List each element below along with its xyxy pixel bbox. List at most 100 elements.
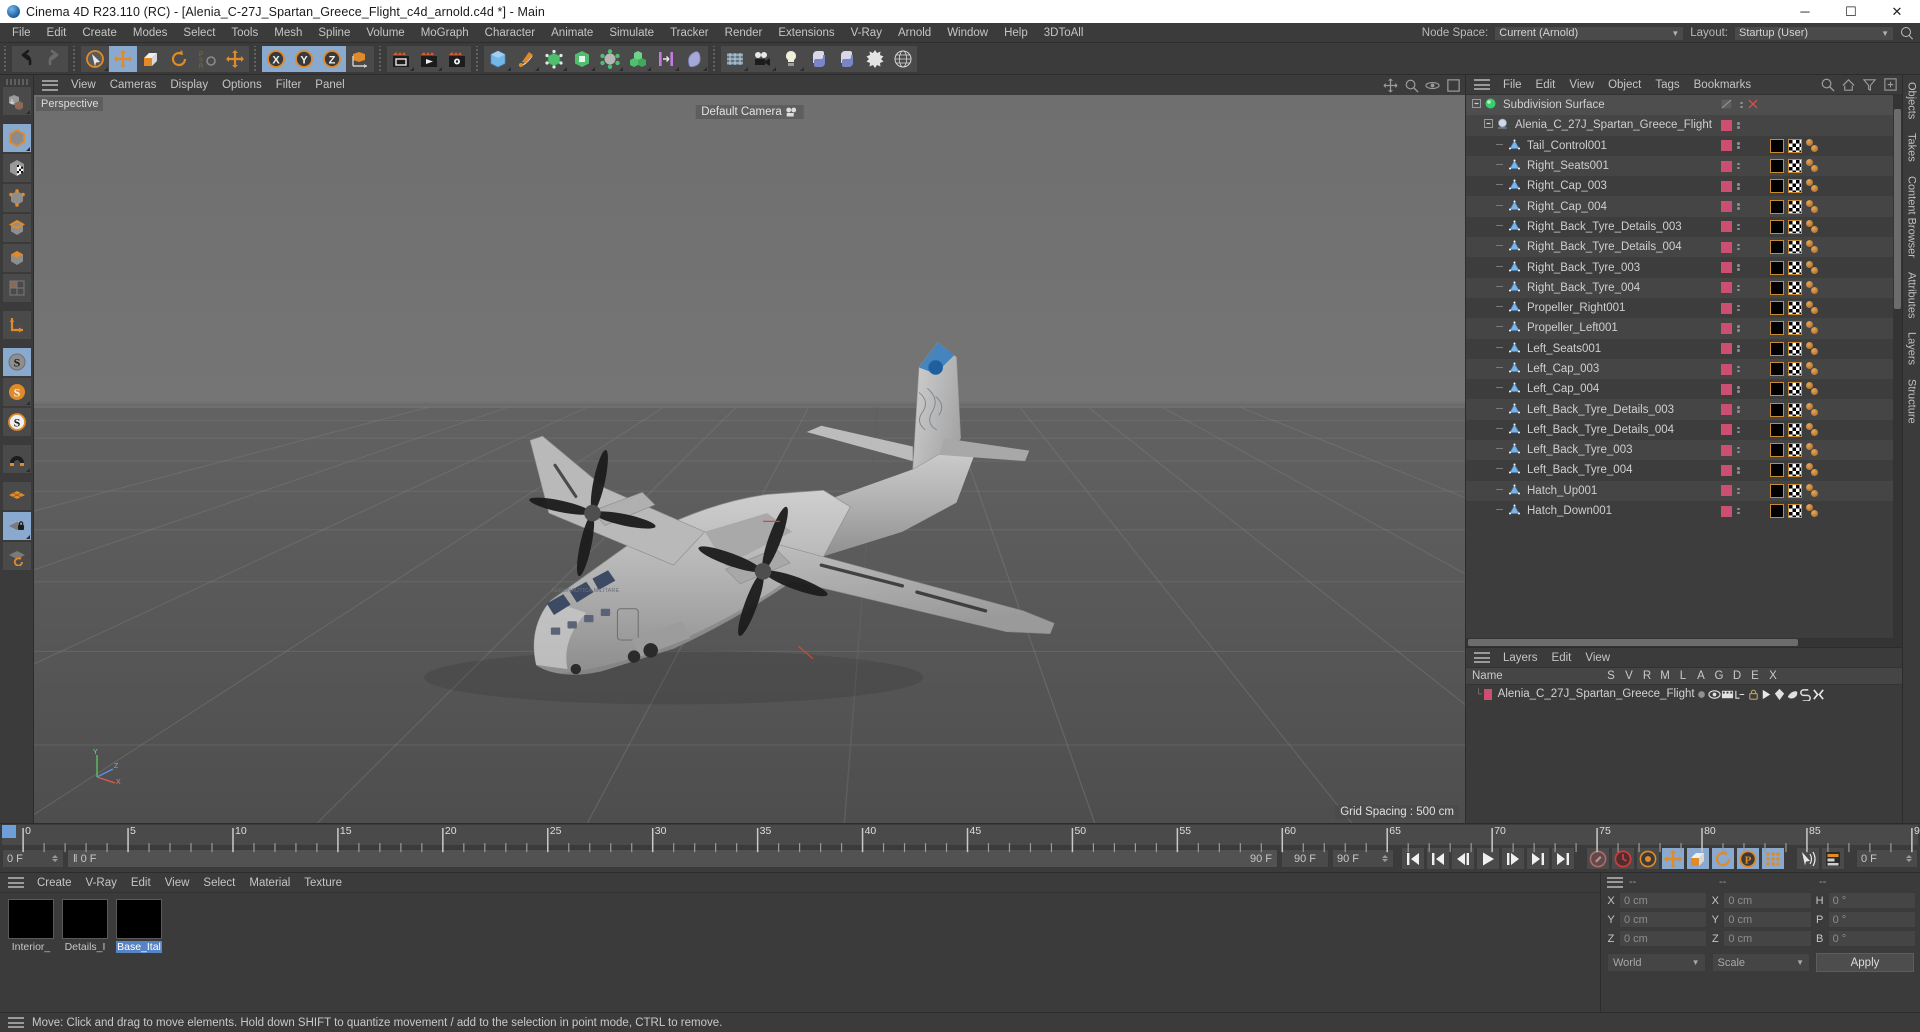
uv-tag[interactable] <box>1805 321 1821 335</box>
material-item[interactable]: Details_I <box>62 899 108 953</box>
texture-tag[interactable] <box>1787 463 1802 478</box>
texture-tag[interactable] <box>1787 362 1802 376</box>
layer-color-swatch[interactable] <box>1721 262 1732 274</box>
uv-mode-button[interactable] <box>1 273 32 303</box>
lock-workplane-button[interactable] <box>1 511 32 541</box>
visibility-dots-group[interactable] <box>1720 98 1735 113</box>
menu-item-mesh[interactable]: Mesh <box>266 23 310 43</box>
uv-tag[interactable] <box>1805 483 1821 498</box>
end-frame-spinner[interactable] <box>1380 855 1389 862</box>
material-tag[interactable] <box>1769 362 1784 376</box>
viewport-menu-filter[interactable]: Filter <box>269 75 309 95</box>
table-row[interactable]: Propeller_Left001 <box>1466 318 1902 339</box>
material-tag[interactable] <box>1769 280 1784 295</box>
zoom-icon[interactable] <box>1404 78 1419 93</box>
material-tag[interactable] <box>1769 179 1784 194</box>
texture-tag[interactable] <box>1787 382 1802 397</box>
menu-item-arnold[interactable]: Arnold <box>890 23 939 43</box>
snap-s-button[interactable]: S <box>1 407 32 437</box>
enable-axis-button[interactable]: S <box>1 347 32 377</box>
search-icon[interactable] <box>1900 26 1914 40</box>
object-manager-scrollbar[interactable] <box>1893 95 1902 638</box>
material-menu-select[interactable]: Select <box>196 873 242 893</box>
size-x-field[interactable]: 0 cm <box>1723 892 1812 909</box>
material-tag[interactable] <box>1769 260 1784 275</box>
live-selection-tool[interactable] <box>81 46 109 72</box>
soft-selection-button[interactable]: S <box>1 377 32 407</box>
menu-item-window[interactable]: Window <box>939 23 996 43</box>
object-manager-list[interactable]: Subdivision Surface Alenia_C_27J_Spartan_… <box>1466 95 1902 638</box>
uv-tag[interactable] <box>1805 280 1821 295</box>
texture-tag[interactable] <box>1787 321 1802 336</box>
layer-color-swatch[interactable] <box>1721 322 1732 334</box>
layer-color-swatch[interactable] <box>1721 424 1732 436</box>
right-tab-structure[interactable]: Structure <box>1906 372 1918 431</box>
left-toolbar-grip[interactable] <box>5 79 28 85</box>
texture-tag[interactable] <box>1787 219 1802 234</box>
texture-tag[interactable] <box>1787 483 1802 498</box>
edges-mode-button[interactable] <box>1 213 32 243</box>
material-grid[interactable]: Interior_ Details_I Base_Ital <box>0 893 1600 1012</box>
right-tab-layers[interactable]: Layers <box>1906 325 1918 372</box>
x-axis-lock[interactable]: X <box>262 45 290 72</box>
layer-color-swatch[interactable] <box>1721 241 1732 253</box>
uv-tag[interactable] <box>1805 219 1821 234</box>
table-row[interactable]: Left_Seats001 <box>1466 339 1902 359</box>
layer-color-swatch[interactable] <box>1721 282 1732 294</box>
add-floor-button[interactable] <box>721 46 749 72</box>
viewport-menu-view[interactable]: View <box>64 75 103 95</box>
table-row[interactable]: Right_Cap_004 <box>1466 196 1902 217</box>
rotation-b-field[interactable]: 0 ° <box>1827 930 1916 947</box>
uv-tag[interactable] <box>1805 138 1821 153</box>
menu-item-help[interactable]: Help <box>996 23 1036 43</box>
manager-icon[interactable] <box>1734 688 1747 701</box>
add-array-button[interactable] <box>568 46 596 72</box>
table-row[interactable]: Left_Cap_004 <box>1466 379 1902 399</box>
toolbar-grip[interactable] <box>377 45 384 72</box>
deformer-icon[interactable] <box>1786 688 1799 701</box>
table-row[interactable]: Left_Back_Tyre_Details_003 <box>1466 399 1902 420</box>
table-row[interactable]: Tail_Control001 <box>1466 136 1902 156</box>
visibility-dots[interactable] <box>1737 122 1740 129</box>
status-hamburger-icon[interactable] <box>8 1017 24 1028</box>
layer-color-swatch[interactable] <box>1721 119 1732 131</box>
toolbar-grip[interactable] <box>71 45 78 72</box>
expression-icon[interactable] <box>1799 688 1812 701</box>
menu-item-3dtoall[interactable]: 3DToAll <box>1036 23 1092 43</box>
position-y-field[interactable]: 0 cm <box>1619 911 1708 928</box>
animation-icon[interactable] <box>1760 688 1773 701</box>
uv-tag[interactable] <box>1805 301 1821 315</box>
viewport-menu-cameras[interactable]: Cameras <box>103 75 164 95</box>
table-row[interactable]: Right_Back_Tyre_003 <box>1466 257 1902 277</box>
menu-item-extensions[interactable]: Extensions <box>770 23 842 43</box>
make-editable-button[interactable] <box>1 86 32 116</box>
toolbar-grip[interactable] <box>252 45 259 72</box>
python-generator-button[interactable] <box>833 46 861 72</box>
layer-color-swatch[interactable] <box>1721 302 1732 314</box>
position-z-field[interactable]: 0 cm <box>1619 930 1708 947</box>
uv-tag[interactable] <box>1805 179 1821 193</box>
object-manager-menu-tags[interactable]: Tags <box>1648 75 1686 95</box>
coordinate-system-select[interactable]: World ▼ <box>1607 953 1706 972</box>
polygons-mode-button[interactable] <box>1 243 32 273</box>
table-row[interactable]: Subdivision Surface <box>1466 95 1902 116</box>
layer-color-swatch[interactable] <box>1721 180 1732 192</box>
expander-toggle[interactable] <box>1484 119 1493 131</box>
uv-tag[interactable] <box>1805 362 1821 376</box>
close-button[interactable]: ✕ <box>1874 0 1920 23</box>
add-deformer-button[interactable] <box>596 46 624 72</box>
material-menu-material[interactable]: Material <box>242 873 297 893</box>
xref-icon[interactable] <box>1812 688 1825 701</box>
viewport-3d[interactable]: AERONAUTICA MILITARE Perspective Default… <box>34 95 1465 823</box>
maximize-icon[interactable] <box>1446 78 1461 93</box>
visibility-dots[interactable] <box>1737 264 1740 271</box>
node-space-select[interactable]: Current (Arnold) ▼ <box>1494 25 1685 41</box>
uv-tag[interactable] <box>1805 443 1821 457</box>
eye-icon[interactable] <box>1707 688 1721 701</box>
apply-button[interactable]: Apply <box>1816 953 1914 972</box>
generator-icon[interactable] <box>1773 688 1786 701</box>
solo-dot[interactable] <box>1695 688 1708 701</box>
model-mode-button[interactable] <box>1 123 32 153</box>
uv-tag[interactable] <box>1805 341 1821 356</box>
material-tag[interactable] <box>1769 422 1784 437</box>
